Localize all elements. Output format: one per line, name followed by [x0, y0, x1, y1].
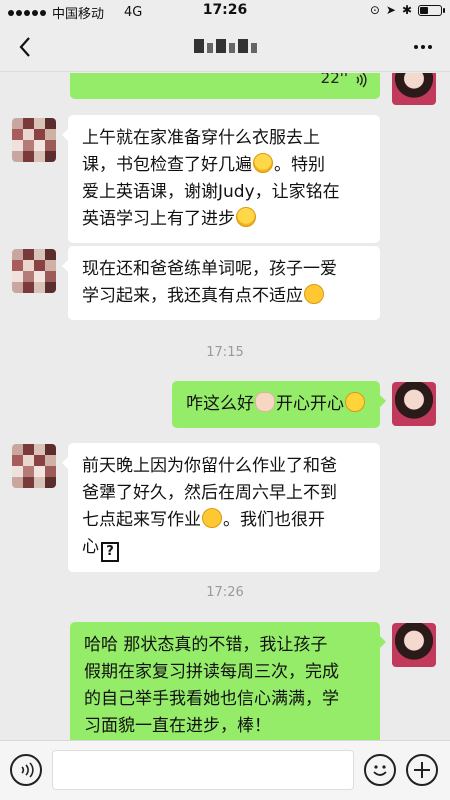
avatar[interactable] — [12, 118, 56, 162]
message-bubble[interactable]: 前天晚上因为你留什么作业了和爸 爸犟了好久，然后在周六早上不到 七点起来写作业。… — [62, 443, 380, 572]
status-bar: 中国移动 4G 17:26 ⊙ ➤ ✱ — [0, 0, 450, 22]
rotation-lock-icon: ⊙ — [369, 3, 380, 17]
chat-title — [0, 36, 450, 56]
voice-duration: 22'' — [320, 73, 348, 87]
message-bubble[interactable]: 哈哈 那状态真的不错，我让孩子 假期在家复习拼读每周三次，完成 的自己举手我看她… — [70, 622, 386, 740]
smile-emoji-icon — [236, 207, 256, 227]
plus-icon — [414, 762, 430, 778]
input-bar — [0, 740, 450, 800]
smirk-emoji-icon — [202, 508, 222, 528]
waving-hand-emoji-icon — [255, 392, 275, 412]
avatar[interactable] — [392, 73, 436, 105]
plus-button[interactable] — [406, 754, 438, 786]
thinking-emoji-icon — [304, 284, 324, 304]
avatar[interactable] — [392, 623, 436, 667]
smile-emoji-icon — [253, 153, 273, 173]
unknown-glyph-icon: ? — [101, 542, 119, 562]
voice-message[interactable]: 22'' — [70, 73, 380, 99]
more-button[interactable] — [410, 36, 436, 58]
voice-wave-icon — [356, 73, 367, 88]
timestamp: 17:26 — [206, 585, 244, 600]
message-bubble[interactable]: 现在还和爸爸练单词呢，孩子一爱 学习起来，我还真有点不适应 — [62, 246, 380, 320]
message-bubble[interactable]: 咋这么好 开心开心 — [172, 381, 386, 428]
emoji-icon — [373, 765, 387, 776]
message-bubble[interactable]: 上午就在家准备穿什么衣服去上 课，书包检查了好几遍 。特别 爱上英语课，谢谢Jud… — [62, 115, 380, 243]
chat-header — [0, 22, 450, 72]
message-list[interactable]: 22'' 上午就在家准备穿什么衣服去上 课，书包检查了好几遍 。特别 爱上英语课，… — [0, 73, 450, 740]
avatar[interactable] — [12, 249, 56, 293]
grin-emoji-icon — [345, 392, 365, 412]
bluetooth-icon: ✱ — [401, 3, 412, 17]
timestamp: 17:15 — [206, 345, 244, 360]
voice-input-icon — [21, 762, 34, 778]
emoji-button[interactable] — [364, 754, 396, 786]
voice-mode-button[interactable] — [10, 754, 42, 786]
more-dots-icon — [414, 45, 418, 49]
avatar[interactable] — [392, 382, 436, 426]
message-input[interactable] — [52, 750, 354, 790]
location-icon: ➤ — [385, 3, 396, 17]
pixelated-name — [193, 39, 257, 53]
battery-icon — [418, 4, 445, 16]
avatar[interactable] — [12, 444, 56, 488]
